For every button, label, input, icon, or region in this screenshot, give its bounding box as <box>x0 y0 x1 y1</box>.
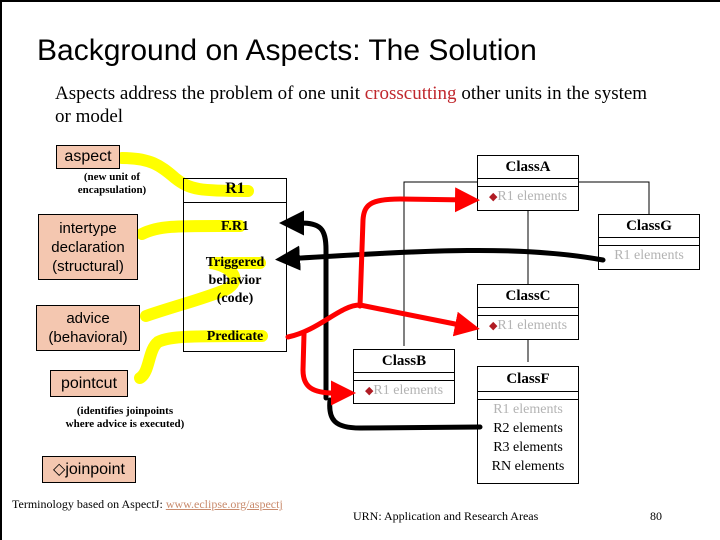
black-arrow-g-to-triggered <box>275 245 606 271</box>
red-arrow-to-class-c <box>285 302 480 340</box>
arrows-layer <box>275 187 606 431</box>
footer-terminology: Terminology based on AspectJ: www.eclips… <box>12 497 283 512</box>
black-arrow-to-f-r1 <box>279 210 329 401</box>
terminology-text: Terminology based on AspectJ: <box>12 497 166 511</box>
black-arrow-f-to-fr1-tail <box>327 397 483 431</box>
footer-center: URN: Application and Research Areas <box>353 509 539 523</box>
page-number: 80 <box>650 509 662 523</box>
aspectj-link[interactable]: www.eclipse.org/aspectj <box>166 497 283 511</box>
